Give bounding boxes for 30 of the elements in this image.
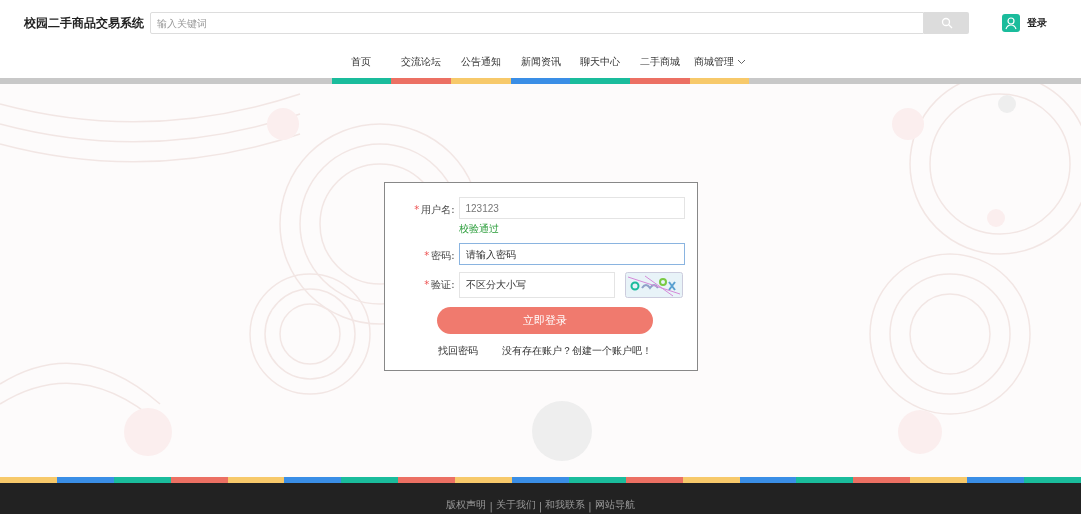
nav-item[interactable]: 公告通知	[460, 46, 501, 78]
footer-link[interactable]: 网站导航	[594, 498, 635, 512]
nav-item[interactable]: 聊天中心	[580, 46, 621, 78]
nav-item[interactable]: 首页	[351, 46, 372, 78]
login-link[interactable]: 登录	[1027, 16, 1047, 30]
form-link[interactable]: 没有存在账户？创建一个账户吧！	[501, 344, 652, 358]
footer-link[interactable]: 和我联系	[545, 498, 586, 512]
captcha-image[interactable]	[624, 272, 683, 298]
nav-item[interactable]: 商城管理	[693, 46, 746, 78]
captcha-field[interactable]: 不区分大小写	[458, 272, 615, 298]
form-link[interactable]: 找回密码	[437, 344, 478, 358]
search-icon	[940, 17, 953, 29]
separator: |	[489, 501, 493, 512]
nav-item[interactable]: 新闻资讯	[520, 46, 561, 78]
nav-item[interactable]: 二手商城	[639, 46, 680, 78]
separator: |	[538, 501, 543, 512]
validation-message: 校验通过	[458, 222, 500, 236]
field-label: * 密码:	[423, 249, 456, 263]
password-field[interactable]: 请输入密码	[458, 243, 685, 265]
site-title: 校园二手商品交易系统	[24, 14, 145, 32]
search-button[interactable]	[924, 12, 969, 34]
search-field[interactable]: 输入关键词	[150, 12, 924, 34]
footer-link[interactable]: 关于我们	[495, 498, 536, 512]
username-field[interactable]: 123123	[458, 197, 685, 219]
separator: |	[588, 501, 592, 512]
field-label: * 验证:	[423, 278, 456, 292]
field-label: * 用户名:	[413, 203, 456, 217]
user-icon[interactable]	[1002, 14, 1020, 32]
nav-item[interactable]: 交流论坛	[401, 46, 442, 78]
footer-link[interactable]: 版权声明	[446, 498, 487, 512]
